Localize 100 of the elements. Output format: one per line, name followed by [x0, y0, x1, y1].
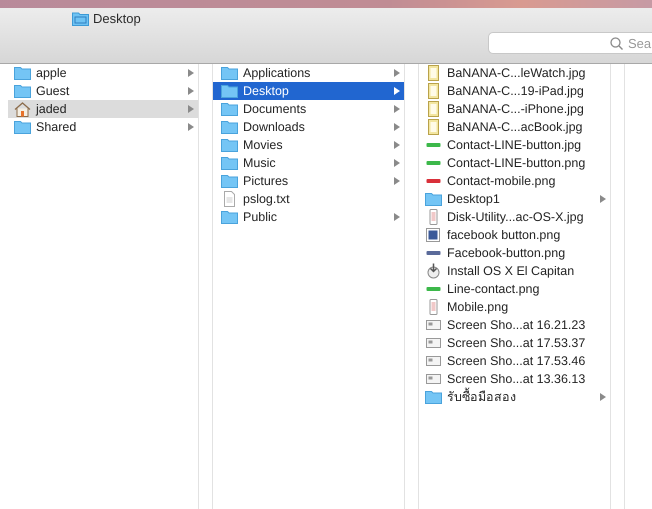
file-name: Downloads — [243, 120, 306, 134]
file-name: Pictures — [243, 174, 290, 188]
file-name: Contact-mobile.png — [447, 174, 556, 188]
file-item[interactable]: BaNANA-C...acBook.jpg — [419, 118, 610, 136]
image-thumbnail-icon — [425, 101, 442, 117]
folder-icon — [221, 102, 238, 116]
disclosure-arrow-icon — [394, 87, 400, 95]
disclosure-arrow-icon — [188, 123, 194, 131]
file-name: Disk-Utility...ac-OS-X.jpg — [447, 210, 585, 224]
file-name: Movies — [243, 138, 284, 152]
file-item[interactable]: Screen Sho...at 16.21.23 — [419, 316, 610, 334]
folder-icon — [221, 66, 238, 80]
file-item[interactable]: Screen Sho...at 17.53.46 — [419, 352, 610, 370]
search-icon — [610, 37, 623, 50]
folder-icon — [14, 120, 31, 134]
folder-icon — [425, 390, 442, 404]
disclosure-arrow-icon — [394, 177, 400, 185]
file-name: Facebook-button.png — [447, 246, 566, 260]
image-thumbnail-icon — [425, 355, 442, 367]
file-name: Screen Sho...at 17.53.46 — [447, 354, 586, 368]
file-name: Shared — [36, 120, 78, 134]
image-thumbnail-icon — [425, 337, 442, 349]
file-item[interactable]: Disk-Utility...ac-OS-X.jpg — [419, 208, 610, 226]
file-item[interactable]: Downloads — [213, 118, 404, 136]
file-name: Screen Sho...at 17.53.37 — [447, 336, 586, 350]
image-thumbnail-icon — [425, 119, 442, 135]
search-field[interactable]: Sea — [488, 32, 652, 54]
image-thumbnail-icon — [425, 250, 442, 256]
disclosure-arrow-icon — [188, 87, 194, 95]
disclosure-arrow-icon — [394, 123, 400, 131]
folder-icon — [221, 120, 238, 134]
image-thumbnail-icon — [425, 83, 442, 99]
file-name: BaNANA-C...-iPhone.jpg — [447, 102, 585, 116]
file-name: Screen Sho...at 13.36.13 — [447, 372, 586, 386]
folder-icon — [221, 174, 238, 188]
file-name: jaded — [36, 102, 68, 116]
disclosure-arrow-icon — [600, 393, 606, 401]
disclosure-arrow-icon — [188, 105, 194, 113]
folder-icon — [14, 66, 31, 80]
file-item[interactable]: Applications — [213, 64, 404, 82]
file-item[interactable]: Guest — [8, 82, 198, 100]
file-item[interactable]: รับซื้อมือสอง — [419, 388, 610, 406]
file-item[interactable]: Documents — [213, 100, 404, 118]
image-thumbnail-icon — [425, 227, 442, 243]
file-item[interactable]: BaNANA-C...19-iPad.jpg — [419, 82, 610, 100]
folder-icon — [221, 138, 238, 152]
image-thumbnail-icon — [425, 65, 442, 81]
disclosure-arrow-icon — [394, 213, 400, 221]
file-item[interactable]: Mobile.png — [419, 298, 610, 316]
file-item[interactable]: Shared — [8, 118, 198, 136]
file-item[interactable]: pslog.txt — [213, 190, 404, 208]
file-item[interactable]: Screen Sho...at 17.53.37 — [419, 334, 610, 352]
file-name: BaNANA-C...acBook.jpg — [447, 120, 584, 134]
folder-icon — [221, 210, 238, 224]
disclosure-arrow-icon — [394, 69, 400, 77]
image-thumbnail-icon — [425, 160, 442, 166]
folder-icon — [14, 84, 31, 98]
file-item[interactable]: Desktop1 — [419, 190, 610, 208]
file-item[interactable]: Line-contact.png — [419, 280, 610, 298]
file-name: Mobile.png — [447, 300, 510, 314]
file-item[interactable]: Pictures — [213, 172, 404, 190]
file-name: Documents — [243, 102, 308, 116]
file-item[interactable]: Desktop — [213, 82, 404, 100]
folder-icon — [221, 156, 238, 170]
file-name: Guest — [36, 84, 70, 98]
disclosure-arrow-icon — [188, 69, 194, 77]
file-name: รับซื้อมือสอง — [447, 387, 600, 407]
house-icon — [14, 102, 31, 116]
image-thumbnail-icon — [425, 319, 442, 331]
file-name: facebook button.png — [447, 228, 562, 242]
file-item[interactable]: Contact-LINE-button.jpg — [419, 136, 610, 154]
file-item[interactable]: facebook button.png — [419, 226, 610, 244]
file-item[interactable]: Facebook-button.png — [419, 244, 610, 262]
file-item[interactable]: Movies — [213, 136, 404, 154]
file-name: Contact-LINE-button.png — [447, 156, 586, 170]
file-item[interactable]: BaNANA-C...-iPhone.jpg — [419, 100, 610, 118]
disclosure-arrow-icon — [394, 105, 400, 113]
file-name: Contact-LINE-button.jpg — [447, 138, 582, 152]
disclosure-arrow-icon — [600, 195, 606, 203]
file-item[interactable]: Contact-LINE-button.png — [419, 154, 610, 172]
folder-icon — [425, 192, 442, 206]
file-name: BaNANA-C...19-iPad.jpg — [447, 84, 585, 98]
folder-icon — [221, 84, 238, 98]
file-item[interactable]: Screen Sho...at 13.36.13 — [419, 370, 610, 388]
file-item[interactable]: Music — [213, 154, 404, 172]
file-item[interactable]: Public — [213, 208, 404, 226]
file-name: Music — [243, 156, 277, 170]
file-name: Public — [243, 210, 278, 224]
disclosure-arrow-icon — [394, 159, 400, 167]
file-item[interactable]: Contact-mobile.png — [419, 172, 610, 190]
file-item[interactable]: apple — [8, 64, 198, 82]
file-name: Applications — [243, 66, 312, 80]
installer-icon — [425, 263, 442, 279]
document-icon — [221, 191, 238, 207]
image-thumbnail-icon — [425, 178, 442, 184]
file-name: Desktop1 — [447, 192, 501, 206]
file-item[interactable]: Install OS X El Capitan — [419, 262, 610, 280]
file-name: apple — [36, 66, 68, 80]
file-name: Install OS X El Capitan — [447, 264, 576, 278]
file-item[interactable]: BaNANA-C...leWatch.jpg — [419, 64, 610, 82]
